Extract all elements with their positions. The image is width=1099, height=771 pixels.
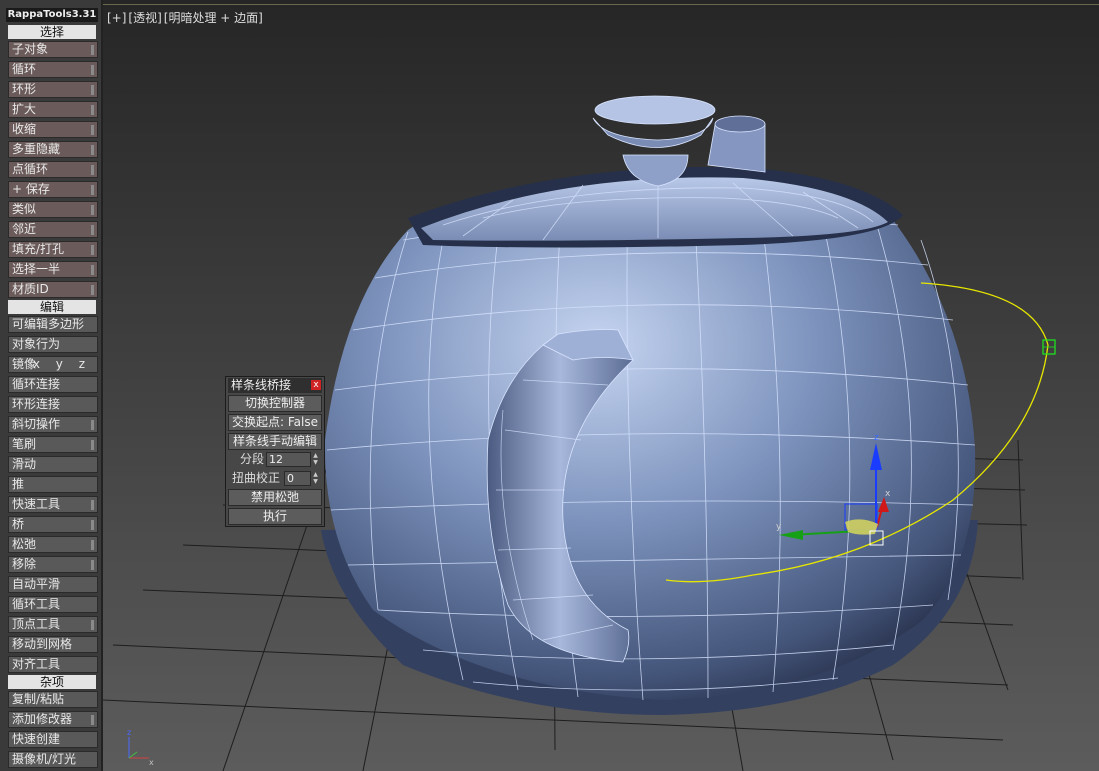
subobject-button[interactable]: 子对象 — [8, 41, 98, 58]
material-id-button[interactable]: 材质ID — [8, 281, 98, 298]
auto-smooth-button[interactable]: 自动平滑 — [8, 576, 98, 593]
section-header-misc[interactable]: 杂项 — [8, 675, 96, 689]
viewport-menu-plus[interactable]: [+] — [107, 11, 126, 25]
option-flag-icon — [91, 105, 94, 115]
panel-title: RappaTools3.31 — [6, 8, 98, 22]
option-flag-icon — [91, 540, 94, 550]
chamfer-button[interactable]: 斜切操作 — [8, 416, 98, 433]
mirror-button[interactable]: 镜像 x y z — [8, 356, 98, 373]
twist-row: 扭曲校正 0 ▲ ▼ — [228, 470, 322, 487]
slide-button[interactable]: 滑动 — [8, 456, 98, 473]
segments-label: 分段 — [240, 452, 265, 466]
toggle-controller-button[interactable]: 切换控制器 — [228, 395, 322, 412]
push-button[interactable]: 推 — [8, 476, 98, 493]
shrink-button[interactable]: 收缩 — [8, 121, 98, 138]
quick-tools-button[interactable]: 快速工具 — [8, 496, 98, 513]
object-behavior-button[interactable]: 对象行为 — [8, 336, 98, 353]
brush-button[interactable]: 笔刷 — [8, 436, 98, 453]
option-flag-icon — [91, 245, 94, 255]
option-flag-icon — [91, 145, 94, 155]
ring-button[interactable]: 环形 — [8, 81, 98, 98]
disable-relax-button[interactable]: 禁用松弛 — [228, 489, 322, 506]
option-flag-icon — [91, 620, 94, 630]
copy-paste-button[interactable]: 复制/粘贴 — [8, 691, 98, 708]
loop-tools-button[interactable]: 循环工具 — [8, 596, 98, 613]
segments-spinner-icon[interactable]: ▲ ▼ — [311, 452, 320, 467]
viewport-menu-view[interactable]: [透视] — [128, 11, 161, 25]
twist-input[interactable]: 0 — [284, 471, 311, 486]
bridge-button[interactable]: 桥 — [8, 516, 98, 533]
section-header-select[interactable]: 选择 — [8, 25, 96, 39]
option-flag-icon — [91, 560, 94, 570]
camera-light-button[interactable]: 摄像机/灯光 — [8, 751, 98, 768]
viewport-menu-shading[interactable]: [明暗处理 + 边面] — [164, 11, 263, 25]
twist-spinner-icon[interactable]: ▲ ▼ — [311, 471, 320, 486]
option-flag-icon — [91, 125, 94, 135]
spline-manual-edit-button[interactable]: 样条线手动编辑 — [228, 433, 322, 450]
quick-create-button[interactable]: 快速创建 — [8, 731, 98, 748]
option-flag-icon — [91, 520, 94, 530]
gizmo-y-label: y — [776, 522, 782, 532]
gizmo-x-label: x — [885, 489, 891, 499]
spline-bridge-dialog: 样条线桥接 x 切换控制器 交换起点: False 样条线手动编辑 分段 12 … — [225, 376, 325, 527]
select-half-button[interactable]: 选择一半 — [8, 261, 98, 278]
option-flag-icon — [91, 500, 94, 510]
lid-knob-top[interactable] — [594, 95, 716, 125]
dot-loop-button[interactable]: 点循环 — [8, 161, 98, 178]
section-header-edit[interactable]: 编辑 — [8, 300, 96, 314]
remove-button[interactable]: 移除 — [8, 556, 98, 573]
viewport-top-border — [103, 4, 1099, 5]
save-selection-button[interactable]: + 保存 — [8, 181, 98, 198]
multi-hide-button[interactable]: 多重隐藏 — [8, 141, 98, 158]
option-flag-icon — [91, 65, 94, 75]
option-flag-icon — [91, 285, 94, 295]
fill-hole-button[interactable]: 填充/打孔 — [8, 241, 98, 258]
relax-button[interactable]: 松弛 — [8, 536, 98, 553]
gizmo-z-label: z — [874, 433, 879, 443]
similar-button[interactable]: 类似 — [8, 201, 98, 218]
option-flag-icon — [91, 440, 94, 450]
option-flag-icon — [91, 185, 94, 195]
editable-poly-button[interactable]: 可编辑多边形 — [8, 316, 98, 333]
option-flag-icon — [91, 205, 94, 215]
tripod-z-label: z — [127, 728, 131, 737]
add-modifier-button[interactable]: 添加修改器 — [8, 711, 98, 728]
dialog-title: 样条线桥接 — [231, 378, 292, 392]
spout-opening — [714, 115, 766, 133]
loop-connect-button[interactable]: 循环连接 — [8, 376, 98, 393]
loop-button[interactable]: 循环 — [8, 61, 98, 78]
segments-input[interactable]: 12 — [266, 452, 311, 467]
mirror-axes[interactable]: x y z — [33, 357, 91, 372]
ring-connect-button[interactable]: 环形连接 — [8, 396, 98, 413]
grow-button[interactable]: 扩大 — [8, 101, 98, 118]
nearby-button[interactable]: 邻近 — [8, 221, 98, 238]
rappatools-panel: RappaTools3.31 选择 子对象 循环 环形 扩大 收缩 多重隐藏 点… — [0, 0, 103, 771]
option-flag-icon — [91, 420, 94, 430]
option-flag-icon — [91, 225, 94, 235]
twist-label: 扭曲校正 — [232, 471, 281, 485]
option-flag-icon — [91, 265, 94, 275]
segments-row: 分段 12 ▲ ▼ — [228, 451, 322, 468]
swap-start-button[interactable]: 交换起点: False — [228, 414, 322, 431]
viewport-label: [+] [透视] [明暗处理 + 边面] — [107, 9, 265, 26]
tripod-x-label: x — [149, 758, 154, 767]
execute-button[interactable]: 执行 — [228, 508, 322, 525]
dialog-title-bar[interactable]: 样条线桥接 x — [228, 378, 322, 393]
option-flag-icon — [91, 715, 94, 725]
option-flag-icon — [91, 85, 94, 95]
option-flag-icon — [91, 165, 94, 175]
vertex-tools-button[interactable]: 顶点工具 — [8, 616, 98, 633]
move-to-grid-button[interactable]: 移动到网格 — [8, 636, 98, 653]
close-icon[interactable]: x — [311, 380, 321, 390]
option-flag-icon — [91, 45, 94, 55]
align-tools-button[interactable]: 对齐工具 — [8, 656, 98, 673]
